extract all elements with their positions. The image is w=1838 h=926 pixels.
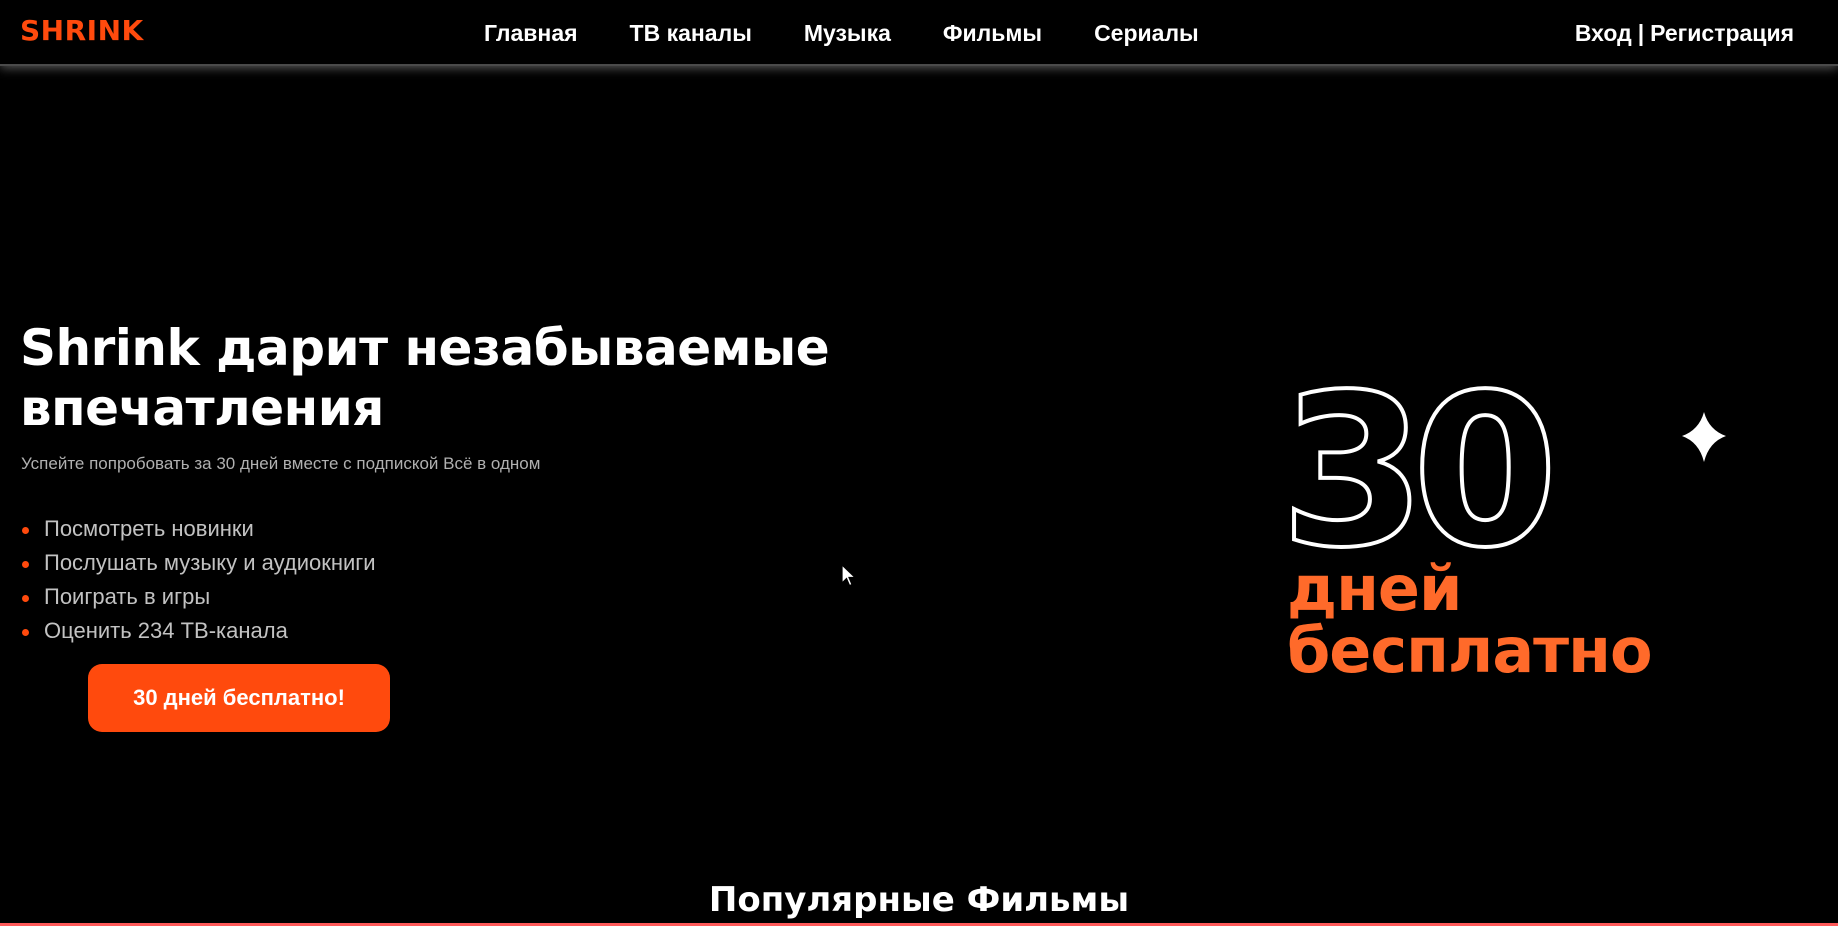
promo-number: 30 (1284, 370, 1549, 560)
hero-subtitle: Успейте попробовать за 30 дней вместе с … (21, 454, 541, 473)
feature-text: Посмотреть новинки (44, 516, 254, 541)
promo-line-free: бесплатно (1287, 614, 1653, 687)
free-trial-button[interactable]: 30 дней бесплатно! (88, 664, 390, 732)
register-link[interactable]: Регистрация (1650, 20, 1794, 47)
logo[interactable]: SHRINK (20, 14, 144, 47)
hero-title-line1: Shrink дарит незабываемые (20, 319, 830, 377)
hero-title-line2: впечатления (20, 379, 384, 437)
feature-text: Оценить 234 ТВ-канала (44, 618, 288, 643)
promo-caption: дней бесплатно (1287, 552, 1653, 687)
list-item: Поиграть в игры (22, 582, 376, 616)
nav-item-series[interactable]: Сериалы (1094, 20, 1199, 47)
promo-graphic: 30 дней бесплатно (1284, 370, 1784, 690)
nav-item-tv-channels[interactable]: ТВ каналы (630, 20, 752, 47)
list-item: Оценить 234 ТВ-канала (22, 616, 376, 650)
list-item: Послушать музыку и аудиокниги (22, 548, 376, 582)
main-nav: Главная ТВ каналы Музыка Фильмы Сериалы (484, 0, 1199, 66)
section-title-popular-movies: Популярные Фильмы (708, 880, 1130, 920)
feature-text: Послушать музыку и аудиокниги (44, 550, 376, 575)
nav-item-home[interactable]: Главная (484, 20, 578, 47)
hero-title: Shrink дарит незабываемые впечатления (20, 318, 1000, 438)
nav-item-movies[interactable]: Фильмы (943, 20, 1042, 47)
list-item: Посмотреть новинки (22, 514, 376, 548)
bullet-dot-icon (22, 561, 29, 568)
auth-links: Вход | Регистрация (1575, 0, 1794, 66)
promo-line-days: дней (1287, 552, 1462, 625)
auth-separator: | (1637, 19, 1645, 46)
nav-item-music[interactable]: Музыка (804, 20, 891, 47)
page: SHRINK Главная ТВ каналы Музыка Фильмы С… (0, 0, 1838, 926)
promo-number-30: 30 (1284, 370, 1726, 560)
feature-list: Посмотреть новинки Послушать музыку и ау… (22, 514, 376, 650)
sparkle-star-icon (1682, 412, 1726, 462)
login-link[interactable]: Вход (1575, 20, 1632, 47)
bullet-dot-icon (22, 629, 29, 636)
feature-text: Поиграть в игры (44, 584, 211, 609)
site-header: SHRINK Главная ТВ каналы Музыка Фильмы С… (0, 0, 1838, 66)
bullet-dot-icon (22, 595, 29, 602)
mouse-pointer-icon (841, 564, 857, 587)
bullet-dot-icon (22, 527, 29, 534)
